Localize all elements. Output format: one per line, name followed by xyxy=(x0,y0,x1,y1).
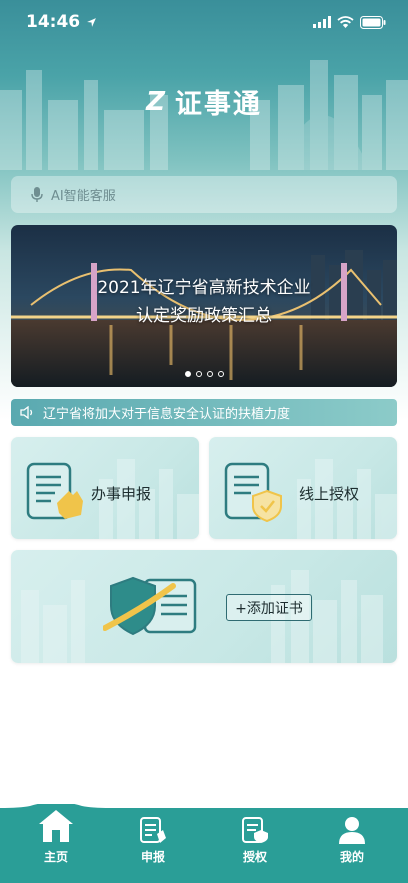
ai-service-search-bar[interactable]: AI智能客服 xyxy=(11,176,397,213)
city-skyline-decoration xyxy=(21,570,383,663)
authorize-icon xyxy=(242,817,268,843)
tab-home[interactable]: 主页 xyxy=(5,804,107,883)
carousel-dot[interactable] xyxy=(217,371,224,377)
tab-authorize-label: 授权 xyxy=(242,850,267,864)
add-certificate-card[interactable]: +添加证书 xyxy=(11,550,397,663)
logo-mark: Z xyxy=(146,86,167,117)
app-logo: Z 证事通 xyxy=(0,82,408,121)
status-bar: 14:46 xyxy=(0,0,408,44)
tab-declare[interactable]: 申报 xyxy=(102,804,204,883)
add-certificate-button[interactable]: +添加证书 xyxy=(226,594,312,621)
app-title: 证事通 xyxy=(174,89,262,120)
search-placeholder: AI智能客服 xyxy=(51,189,116,204)
carousel-dot[interactable] xyxy=(206,371,213,377)
tab-declare-label: 申报 xyxy=(140,850,165,864)
announcement-bar[interactable]: 辽宁省将加大对于信息安全认证的扶植力度 xyxy=(11,399,397,426)
speaker-icon xyxy=(20,406,33,419)
battery-icon xyxy=(360,15,386,29)
news-banner-carousel[interactable]: 2021年辽宁省高新技术企业 认定奖励政策汇总 xyxy=(11,225,397,387)
document-hand-icon xyxy=(26,462,83,520)
declare-card[interactable]: 办事申报 xyxy=(11,437,199,539)
carousel-dot[interactable] xyxy=(195,371,202,377)
home-icon xyxy=(39,810,73,842)
authorize-card-label: 线上授权 xyxy=(299,485,360,503)
status-icons xyxy=(313,15,386,29)
declare-card-label: 办事申报 xyxy=(91,485,152,503)
tab-mine[interactable]: 我的 xyxy=(301,804,403,883)
announcement-text: 辽宁省将加大对于信息安全认证的扶植力度 xyxy=(43,407,291,422)
tab-mine-label: 我的 xyxy=(339,850,364,864)
location-arrow-icon xyxy=(87,17,97,27)
certificate-shield-icon xyxy=(103,576,197,636)
document-shield-icon xyxy=(224,462,282,523)
clock-text: 14:46 xyxy=(26,12,81,32)
wifi-icon xyxy=(337,16,354,28)
carousel-dot[interactable] xyxy=(184,371,191,377)
declare-icon xyxy=(140,817,166,843)
banner-title-line1: 2021年辽宁省高新技术企业 xyxy=(97,278,311,298)
authorize-card[interactable]: 线上授权 xyxy=(209,437,397,539)
tab-authorize[interactable]: 授权 xyxy=(204,804,306,883)
bottom-tab-bar: 主页 申报 授权 我的 xyxy=(0,804,408,883)
microphone-icon[interactable] xyxy=(31,186,43,203)
status-time: 14:46 xyxy=(26,12,97,32)
tab-home-label: 主页 xyxy=(43,850,68,864)
carousel-indicator[interactable] xyxy=(11,371,397,377)
banner-title-line2: 认定奖励政策汇总 xyxy=(136,306,272,326)
signal-icon xyxy=(313,16,331,28)
user-icon xyxy=(339,817,365,844)
